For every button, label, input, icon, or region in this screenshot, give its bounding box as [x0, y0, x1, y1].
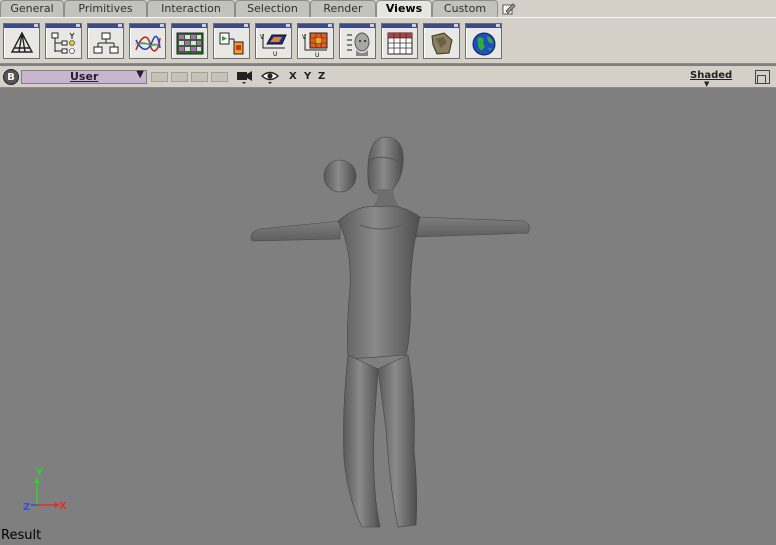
- svg-text:V: V: [260, 34, 265, 41]
- view-select-label: User: [70, 70, 99, 83]
- viewport-slot[interactable]: [171, 72, 188, 82]
- spreadsheet-icon: [387, 32, 413, 55]
- axis-z-button[interactable]: Z: [318, 71, 325, 82]
- svg-text:V: V: [302, 34, 307, 41]
- material-icon: [431, 32, 453, 55]
- schematic-hierarchy-icon: [51, 32, 75, 54]
- gizmo-x-label: X: [59, 501, 67, 512]
- render-tree-icon: [219, 32, 244, 55]
- tab-selection[interactable]: Selection: [235, 0, 310, 17]
- tab-general[interactable]: General: [0, 0, 64, 17]
- viewport-header: B User ▼ X Y Z Shaded ▼: [0, 66, 776, 88]
- gizmo-y-label: Y: [35, 467, 44, 478]
- camera-icon[interactable]: [236, 69, 254, 85]
- tool-render-tree-button[interactable]: [213, 23, 250, 59]
- viewport-slot[interactable]: [211, 72, 228, 82]
- uv-editor-icon: V U: [302, 32, 328, 57]
- tool-flowchart-button[interactable]: [87, 23, 124, 59]
- tab-bar: General Primitives Interaction Selection…: [0, 0, 776, 18]
- svg-text:U: U: [315, 52, 319, 57]
- flowchart-icon: [93, 32, 119, 54]
- tab-custom[interactable]: Custom: [432, 0, 498, 17]
- tool-uv-editor-button[interactable]: V U: [297, 23, 334, 59]
- 3d-viewport[interactable]: Y X Z Result: [0, 89, 776, 545]
- status-text: Result: [1, 528, 42, 543]
- tab-views[interactable]: Views: [376, 0, 432, 18]
- tab-interaction[interactable]: Interaction: [147, 0, 235, 17]
- viewport-slot[interactable]: [191, 72, 208, 82]
- maximize-viewport-button[interactable]: [755, 70, 770, 84]
- texture-layer-icon: V U: [260, 34, 287, 57]
- globe-icon: [472, 32, 496, 56]
- chevron-down-icon: ▼: [136, 69, 144, 80]
- tab-primitives[interactable]: Primitives: [64, 0, 147, 17]
- tool-schematic-button[interactable]: [45, 23, 82, 59]
- tool-head-profile-button[interactable]: [339, 23, 376, 59]
- tool-animation-curve-button[interactable]: [129, 23, 166, 59]
- viewport-badge[interactable]: B: [3, 69, 19, 85]
- tool-spreadsheet-button[interactable]: [381, 23, 418, 59]
- axis-gizmo: Y X Z: [23, 467, 67, 513]
- axis-x-button[interactable]: X: [289, 71, 297, 82]
- tool-dopesheet-button[interactable]: [171, 23, 208, 59]
- eye-icon[interactable]: [261, 69, 279, 85]
- tool-material-button[interactable]: [423, 23, 460, 59]
- axis-y-button[interactable]: Y: [304, 71, 311, 82]
- animation-curve-icon: [135, 35, 161, 52]
- shading-mode-button[interactable]: Shaded: [690, 70, 732, 81]
- perspective-pyramid-icon: [10, 31, 34, 53]
- views-toolbar: V U V U: [0, 17, 776, 64]
- tab-render[interactable]: Render: [310, 0, 376, 17]
- gizmo-z-label: Z: [23, 502, 30, 513]
- viewport-slot[interactable]: [151, 72, 168, 82]
- view-select[interactable]: User ▼: [21, 69, 147, 84]
- tool-perspective-button[interactable]: [3, 23, 40, 59]
- character-model[interactable]: [240, 129, 540, 539]
- tab-edit-icon[interactable]: [502, 2, 516, 15]
- tool-texture-layer-button[interactable]: V U: [255, 23, 292, 59]
- tool-globe-button[interactable]: [465, 23, 502, 59]
- svg-text:U: U: [273, 51, 277, 57]
- head-profile-icon: [347, 32, 370, 56]
- chevron-down-icon: ▼: [704, 80, 710, 88]
- dopesheet-icon: [176, 32, 204, 55]
